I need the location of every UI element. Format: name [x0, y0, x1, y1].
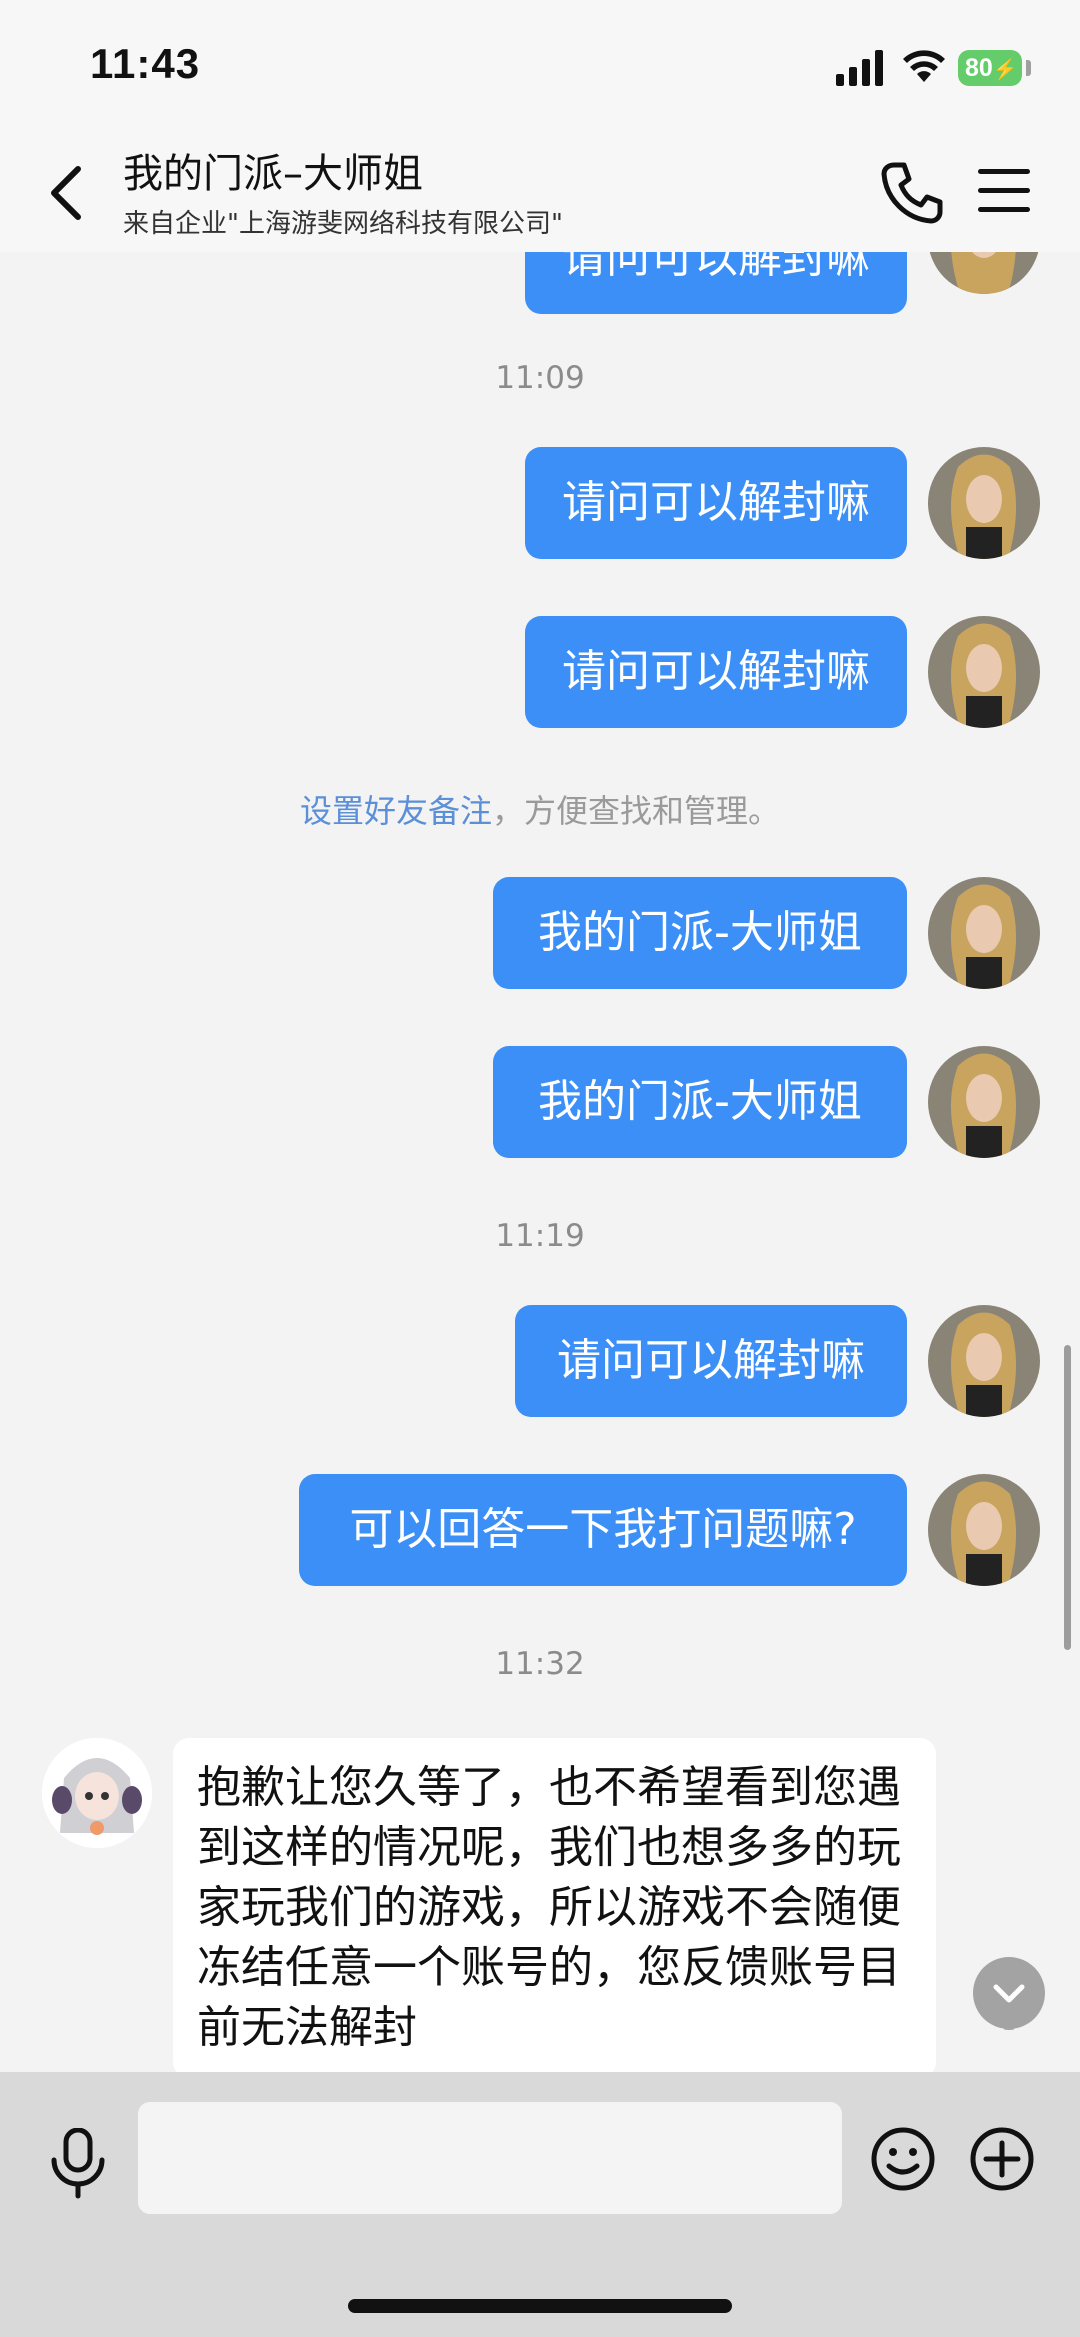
timestamp: 11:09	[495, 360, 585, 396]
user-avatar[interactable]	[928, 252, 1040, 294]
input-bar	[0, 2072, 1080, 2337]
outgoing-message[interactable]: 请问可以解封嘛	[525, 447, 907, 559]
user-avatar[interactable]	[928, 1474, 1040, 1586]
outgoing-message[interactable]: 我的门派-大师姐	[493, 1046, 907, 1158]
outgoing-message[interactable]: 请问可以解封嘛	[525, 616, 907, 728]
chat-header: 我的门派–大师姐 来自企业"上海游斐网络科技有限公司"	[0, 135, 1080, 252]
user-avatar[interactable]	[928, 1305, 1040, 1417]
user-avatar[interactable]	[928, 616, 1040, 728]
message-list[interactable]: 请问可以解封嘛 11:09 请问可以解封嘛 请问可以解封嘛 设置好友备注，方便查…	[0, 252, 1080, 2072]
message-input[interactable]	[138, 2102, 842, 2214]
chat-subtitle: 来自企业"上海游斐网络科技有限公司"	[123, 209, 563, 239]
scroll-to-bottom-button[interactable]	[972, 1956, 1046, 2030]
user-avatar[interactable]	[928, 877, 1040, 989]
outgoing-message[interactable]: 请问可以解封嘛	[515, 1305, 907, 1417]
user-avatar[interactable]	[928, 447, 1040, 559]
agent-avatar[interactable]	[42, 1738, 152, 1848]
timestamp: 11:19	[495, 1218, 585, 1254]
outgoing-message[interactable]: 我的门派-大师姐	[493, 877, 907, 989]
more-options-icon[interactable]	[969, 2126, 1035, 2192]
timestamp: 11:32	[495, 1646, 585, 1682]
incoming-message[interactable]: 抱歉让您久等了，也不希望看到您遇到这样的情况呢，我们也想多多的玩家玩我们的游戏，…	[173, 1738, 936, 2072]
phone-call-icon[interactable]	[876, 157, 948, 229]
status-time: 11:43	[90, 40, 201, 87]
user-avatar[interactable]	[928, 1046, 1040, 1158]
chat-title: 我的门派–大师姐	[123, 151, 423, 197]
outgoing-message[interactable]: 可以回答一下我打问题嘛?	[299, 1474, 907, 1586]
battery-tip	[1026, 60, 1031, 76]
voice-input-icon[interactable]	[46, 2128, 110, 2200]
home-indicator	[348, 2299, 732, 2313]
scrollbar[interactable]	[1064, 1345, 1071, 1650]
system-tip: 设置好友备注，方便查找和管理。	[0, 786, 1080, 832]
set-remark-link[interactable]: 设置好友备注	[300, 792, 492, 830]
status-bar: 11:43 80⚡	[0, 0, 1080, 135]
system-tip-text: ，方便查找和管理。	[492, 792, 781, 830]
battery-level: 80	[965, 54, 993, 82]
back-button[interactable]	[42, 161, 92, 225]
battery-icon: 80⚡	[958, 50, 1022, 86]
charging-bolt-icon: ⚡	[992, 59, 1018, 81]
menu-icon[interactable]	[976, 163, 1032, 219]
cellular-signal-icon	[836, 50, 883, 86]
wifi-icon	[903, 50, 945, 82]
emoji-icon[interactable]	[870, 2126, 936, 2192]
outgoing-message[interactable]: 请问可以解封嘛	[525, 252, 907, 314]
